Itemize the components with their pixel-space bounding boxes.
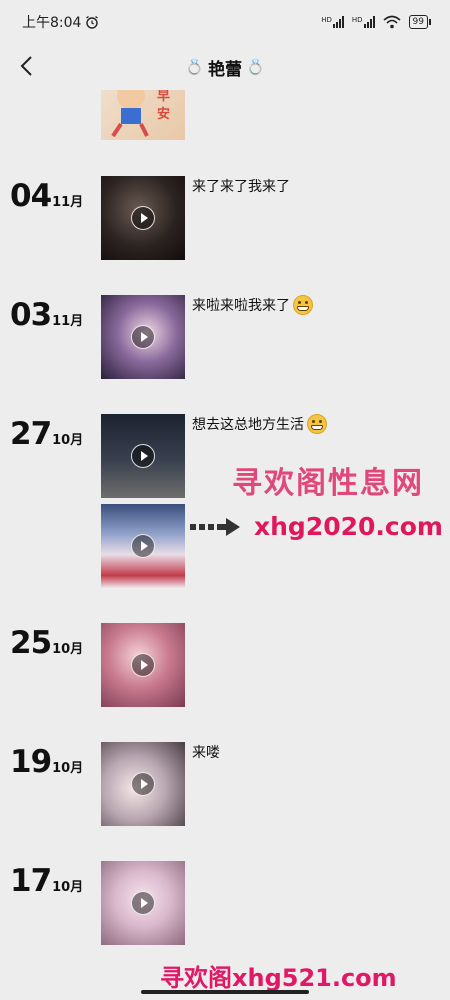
watermark-bottom: 寻欢阁xhg521.com xyxy=(160,964,397,992)
signal-1: HD xyxy=(321,16,344,28)
entry-caption: 来喽 xyxy=(192,745,220,761)
status-bar: 上午8:04 HD HD 99 xyxy=(0,0,450,44)
video-thumbnail[interactable] xyxy=(101,414,185,498)
svg-text:早: 早 xyxy=(157,90,170,104)
entry-date: 03 11月 xyxy=(10,297,84,333)
ring-icon: 💍 xyxy=(246,58,265,76)
entry-date: 04 11月 xyxy=(10,178,84,214)
play-icon[interactable] xyxy=(131,772,155,796)
battery-icon: 99 xyxy=(408,15,432,29)
clock-text: 上午8:04 xyxy=(22,15,82,31)
moments-timeline: 早 安 04 11月 来了来了我来了 03 11月 来啦来啦我来了 27 10月 xyxy=(0,90,450,1000)
entry-date: 27 10月 xyxy=(10,416,84,452)
play-icon[interactable] xyxy=(131,534,155,558)
home-indicator[interactable] xyxy=(141,990,309,994)
play-icon[interactable] xyxy=(131,325,155,349)
entry-date: 25 10月 xyxy=(10,625,84,661)
play-icon[interactable] xyxy=(131,444,155,468)
alarm-icon xyxy=(86,15,99,29)
video-thumbnail[interactable] xyxy=(101,504,185,588)
play-icon[interactable] xyxy=(131,206,155,230)
watermark-url: xhg2020.com xyxy=(254,512,443,541)
video-thumbnail[interactable] xyxy=(101,295,185,379)
cartoon-sticker: 早 安 xyxy=(111,90,170,138)
back-button[interactable] xyxy=(12,52,40,80)
watermark-title: 寻欢阁性息网 xyxy=(232,466,424,501)
signal-2: HD xyxy=(352,16,375,28)
entry-caption: 来啦来啦我来了 xyxy=(192,295,313,315)
entry-date: 17 10月 xyxy=(10,863,84,899)
page-title: 💍 艳蕾 💍 xyxy=(185,58,265,80)
ring-icon: 💍 xyxy=(185,58,204,76)
page-header: 💍 艳蕾 💍 xyxy=(0,44,450,90)
arrow-right-icon xyxy=(190,518,240,536)
entry-date: 19 10月 xyxy=(10,744,84,780)
entry-caption: 想去这总地方生活 xyxy=(192,414,327,434)
svg-text:安: 安 xyxy=(157,106,170,122)
grin-emoji-icon xyxy=(307,414,327,434)
video-thumbnail[interactable] xyxy=(101,742,185,826)
play-icon[interactable] xyxy=(131,653,155,677)
video-thumbnail[interactable] xyxy=(101,623,185,707)
signal-icon xyxy=(332,16,344,28)
video-thumbnail[interactable] xyxy=(101,176,185,260)
grin-emoji-icon xyxy=(293,295,313,315)
chevron-left-icon xyxy=(20,56,32,76)
video-thumbnail[interactable] xyxy=(101,861,185,945)
media-thumbnail[interactable]: 早 安 xyxy=(101,90,185,140)
play-icon[interactable] xyxy=(131,891,155,915)
wifi-icon xyxy=(383,15,401,29)
entry-caption: 来了来了我来了 xyxy=(192,179,290,195)
signal-icon xyxy=(363,16,375,28)
